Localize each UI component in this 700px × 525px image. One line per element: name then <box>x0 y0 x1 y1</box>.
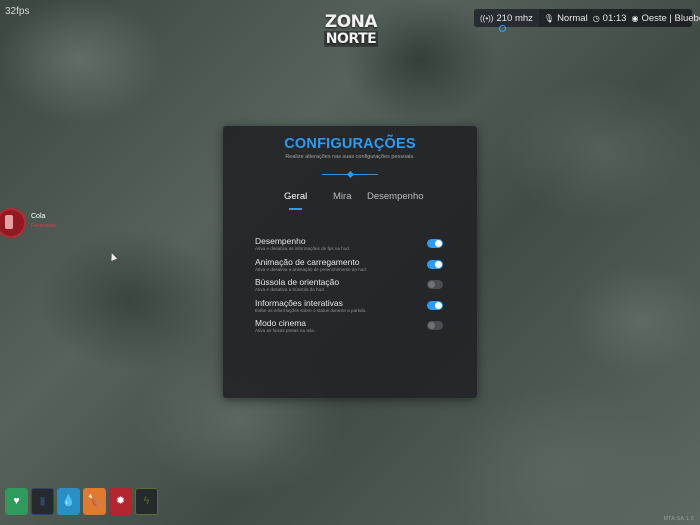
item-notification: Cola Removido <box>0 206 72 238</box>
notification-subtitle: Removido <box>31 223 56 229</box>
logo-line-1: ZONA <box>324 12 378 32</box>
location-pin-icon: ◉ <box>631 13 639 23</box>
voice-mode-value: Normal <box>557 12 588 24</box>
stress-status-icon: ✹ <box>109 488 132 515</box>
client-watermark: MTA:SA 1.6 <box>663 516 694 522</box>
setting-description: Ativa e desativa as informações de fps n… <box>255 246 351 251</box>
server-logo: ZONA NORTE <box>323 14 379 48</box>
toggle-cinema[interactable] <box>427 321 443 330</box>
settings-list: Desempenho Ativa e desativa as informaçõ… <box>255 236 445 339</box>
setting-row-desempenho: Desempenho Ativa e desativa as informaçõ… <box>255 236 445 257</box>
food-status-icon: 🍗 <box>83 488 106 515</box>
toggle-knob <box>435 260 442 268</box>
radio-value: 210 mhz <box>496 12 533 24</box>
clock: ◷ 01:13 <box>593 13 632 24</box>
setting-label: Bússola de orientação <box>255 277 340 287</box>
tab-desempenho[interactable]: Desempenho <box>367 191 424 202</box>
setting-description: Ativa as faixas pretas na tela. <box>255 328 316 333</box>
setting-description: Ativa e desativa a animação de preenchim… <box>255 266 368 272</box>
settings-tabs: Geral Mira Desempenho <box>223 191 477 211</box>
active-tab-indicator <box>289 208 302 210</box>
stamina-status-icon: ϟ <box>135 488 158 515</box>
toggle-knob <box>435 240 442 247</box>
setting-description: Exibe as informações sobre o status dura… <box>255 307 367 313</box>
setting-description: Ativa e desativa a bússola da hud. <box>255 287 325 292</box>
toggle-knob <box>435 301 442 309</box>
setting-row-cinema: Modo cinema Ativa as faixas pretas na te… <box>255 318 445 339</box>
toggle-knob <box>428 322 435 329</box>
tab-mira[interactable]: Mira <box>333 191 351 202</box>
voice-mode: 🎙 Normal <box>539 13 593 24</box>
armor-status-icon: ▮ <box>31 488 54 515</box>
settings-panel: CONFIGURAÇÕES Realize alterações nas sua… <box>223 126 477 398</box>
setting-label: Animação de carregamento <box>255 256 360 267</box>
notification-title: Cola <box>31 213 46 220</box>
item-badge-icon <box>0 208 26 238</box>
radio-icon: ((•)) <box>480 13 494 23</box>
setting-label: Modo cinema <box>255 318 307 328</box>
panel-subtitle: Realize alterações nas suas configuraçõe… <box>285 154 415 160</box>
tab-geral[interactable]: Geral <box>284 191 307 202</box>
mouse-cursor-icon <box>108 252 118 261</box>
top-hud-bar: ((•)) 210 mhz 🎙 Normal ◷ 01:13 ◉ Oeste |… <box>474 9 700 32</box>
radio-frequency: ((•)) 210 mhz <box>474 9 539 32</box>
divider-diamond-icon <box>346 170 355 179</box>
radio-indicator-icon <box>499 25 506 32</box>
setting-label: Desempenho <box>255 236 306 246</box>
panel-title: CONFIGURAÇÕES <box>284 136 416 152</box>
clock-value: 01:13 <box>602 12 627 24</box>
fps-counter: 32fps <box>5 6 30 17</box>
logo-line-2: NORTE <box>323 31 379 47</box>
setting-row-bussola: Bússola de orientação Ativa e desativa a… <box>255 277 445 298</box>
clock-icon: ◷ <box>592 13 600 23</box>
status-bar: ♥ ▮ 💧 🍗 ✹ ϟ <box>5 488 158 515</box>
setting-row-animacao: Animação de carregamento Ativa e desativ… <box>255 257 445 278</box>
water-status-icon: 💧 <box>57 488 80 515</box>
setting-label: Informações interativas <box>255 297 343 308</box>
toggle-knob <box>428 281 435 288</box>
location: ◉ Oeste | Blueberry <box>631 13 700 24</box>
toggle-desempenho[interactable] <box>427 239 443 248</box>
microphone-icon: 🎙 <box>543 13 555 23</box>
location-value: Oeste | Blueberry <box>641 12 700 24</box>
setting-row-informacoes: Informações interativas Exibe as informa… <box>255 298 445 319</box>
health-status-icon: ♥ <box>5 488 28 515</box>
toggle-bussola[interactable] <box>427 280 443 289</box>
toggle-animacao[interactable] <box>427 259 443 269</box>
toggle-informacoes[interactable] <box>427 300 443 310</box>
